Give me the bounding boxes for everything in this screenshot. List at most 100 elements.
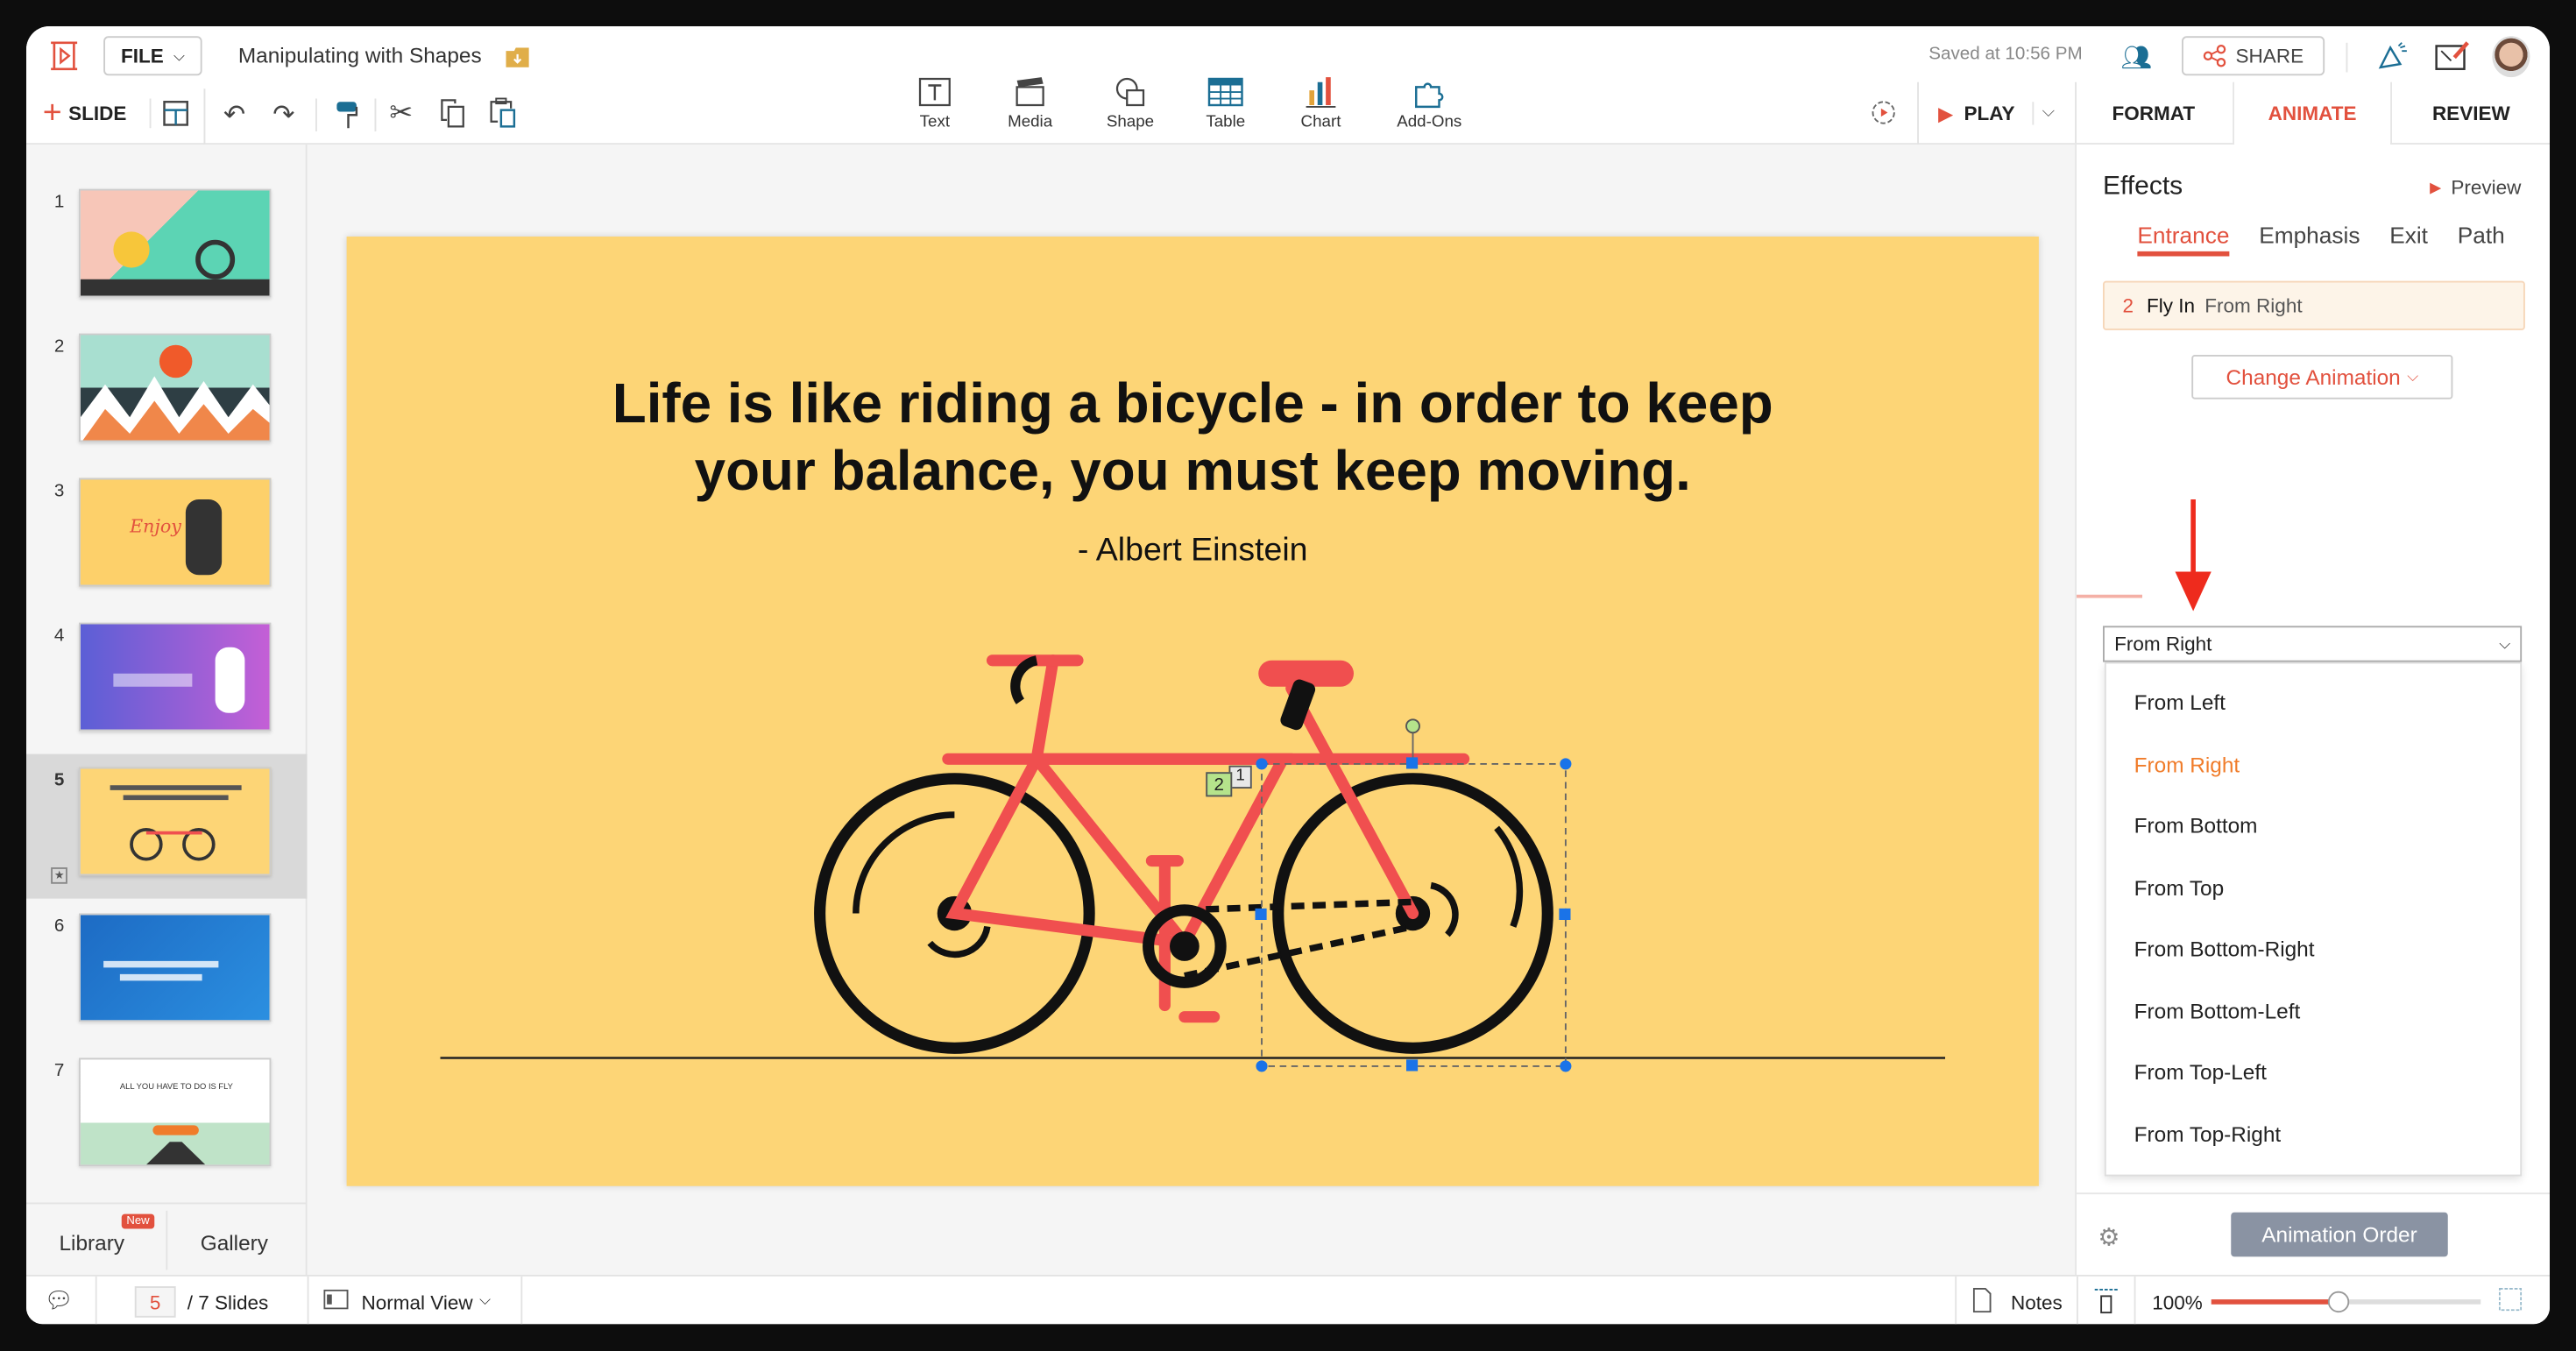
change-animation-button[interactable]: Change Animation ⌵: [2191, 355, 2453, 400]
preview-button[interactable]: ▶ Preview: [2430, 176, 2521, 199]
insert-media-button[interactable]: Media: [973, 75, 1087, 131]
fullscreen-icon[interactable]: [2498, 1288, 2523, 1316]
cut-icon[interactable]: ✂: [389, 97, 413, 131]
slide-thumbnail-3[interactable]: 3 Enjoy: [26, 465, 308, 610]
clapperboard-icon: [1016, 77, 1044, 107]
slide-settings-icon[interactable]: [1870, 99, 1898, 135]
tab-path[interactable]: Path: [2458, 222, 2505, 256]
tab-emphasis[interactable]: Emphasis: [2259, 222, 2360, 256]
tool-label: Table: [1206, 113, 1246, 131]
view-selector[interactable]: Normal View ⌵: [362, 1291, 491, 1314]
share-icon: [2203, 44, 2226, 67]
redo-icon[interactable]: ↷: [272, 99, 294, 132]
option-from-right[interactable]: From Right: [2106, 733, 2521, 795]
tool-label: Chart: [1300, 113, 1341, 131]
play-options-chevron-icon[interactable]: ⌵: [2042, 103, 2055, 122]
chat-icon[interactable]: 💬︎: [45, 1286, 74, 1314]
share-label: SHARE: [2235, 44, 2304, 67]
zoom-level: 100%: [2152, 1291, 2203, 1314]
slide-number: 5: [53, 770, 65, 790]
slide-thumbnail-6[interactable]: 6: [26, 901, 308, 1045]
bicycle-illustration[interactable]: [347, 237, 2039, 1186]
tab-entrance[interactable]: Entrance: [2137, 222, 2230, 257]
slide-thumbnail-7[interactable]: 7 ALL YOU HAVE TO DO IS FLY: [26, 1045, 308, 1190]
collaborators-icon[interactable]: 👥︎: [2121, 43, 2153, 73]
insert-toolbar: Text Media Shape Table Chart Add-Ons: [897, 75, 1496, 131]
option-from-bottom-left[interactable]: From Bottom-Left: [2106, 980, 2521, 1041]
folder-download-icon[interactable]: [506, 46, 529, 76]
library-button[interactable]: Library: [60, 1230, 125, 1255]
slide-preview: [79, 767, 272, 876]
thumb-text: Enjoy: [130, 515, 181, 538]
bike-frame: [942, 654, 1470, 1023]
thumb-text: ALL YOU HAVE TO DO IS FLY: [119, 1082, 233, 1093]
text-box-icon: [918, 77, 951, 107]
insert-shape-button[interactable]: Shape: [1087, 75, 1173, 131]
app-window: FILE ⌵ Manipulating with Shapes + SLIDE ↶…: [26, 26, 2550, 1325]
share-button[interactable]: SHARE: [2182, 36, 2325, 76]
paste-icon[interactable]: [490, 97, 516, 137]
option-from-bottom-right[interactable]: From Bottom-Right: [2106, 918, 2521, 980]
file-menu-button[interactable]: FILE ⌵: [103, 36, 202, 76]
insert-table-button[interactable]: Table: [1173, 75, 1278, 131]
insert-chart-button[interactable]: Chart: [1278, 75, 1364, 131]
user-avatar[interactable]: [2492, 36, 2530, 78]
play-icon: ▶: [1938, 104, 1953, 124]
announcement-icon[interactable]: [2375, 41, 2409, 82]
play-label: PLAY: [1964, 102, 2015, 125]
format-painter-icon[interactable]: [336, 100, 358, 138]
change-animation-label: Change Animation: [2226, 364, 2401, 390]
slide-thumbnail-5[interactable]: 5 ★: [26, 753, 308, 899]
slide-preview: [79, 622, 272, 732]
panel-tabs: FORMAT ANIMATE REVIEW: [2075, 81, 2550, 145]
slide-5[interactable]: Life is like riding a bicycle - in order…: [346, 237, 2039, 1186]
insert-addons-button[interactable]: Add-Ons: [1363, 75, 1495, 131]
saved-status: Saved at 10:56 PM: [1928, 44, 2083, 65]
handlebar: [1010, 655, 1038, 704]
tab-animate[interactable]: ANIMATE: [2233, 81, 2391, 145]
play-button[interactable]: ▶ PLAY: [1939, 102, 2015, 124]
slide-thumbnail-4[interactable]: 4: [26, 610, 308, 754]
file-label: FILE: [120, 44, 164, 67]
play-icon: ▶: [2430, 178, 2442, 195]
normal-view-icon: [323, 1289, 349, 1314]
animation-direction: From Right: [2204, 294, 2303, 317]
tab-review[interactable]: REVIEW: [2390, 81, 2550, 145]
tool-label: Shape: [1106, 113, 1155, 131]
animation-settings-gear-icon[interactable]: ⚙: [2098, 1222, 2120, 1252]
tab-exit[interactable]: Exit: [2389, 222, 2428, 256]
applied-animation-item[interactable]: 2 Fly In From Right: [2103, 280, 2525, 330]
chevron-down-icon: ⌵: [479, 1291, 491, 1308]
animation-tag-2[interactable]: 2: [1206, 772, 1233, 797]
option-from-left[interactable]: From Left: [2106, 672, 2521, 733]
insert-text-button[interactable]: Text: [897, 75, 973, 131]
copy-icon[interactable]: [441, 99, 467, 137]
direction-dropdown-list: From Left From Right From Bottom From To…: [2104, 661, 2523, 1177]
chevron-down-icon: ⌵: [173, 46, 185, 64]
current-slide-input[interactable]: 5: [134, 1286, 176, 1318]
option-from-bottom[interactable]: From Bottom: [2106, 796, 2521, 857]
shape-icon: [1115, 77, 1145, 107]
notes-button[interactable]: Notes: [2011, 1291, 2063, 1314]
gallery-button[interactable]: Gallery: [201, 1230, 268, 1255]
slide-thumbnail-2[interactable]: 2: [26, 321, 308, 465]
direction-select[interactable]: From Right ⌵: [2103, 626, 2523, 662]
document-title[interactable]: Manipulating with Shapes: [238, 43, 482, 67]
feedback-icon[interactable]: [2435, 41, 2471, 79]
animation-order-button[interactable]: Animation Order: [2231, 1212, 2448, 1257]
app-logo-icon[interactable]: [49, 41, 79, 71]
add-slide-button[interactable]: + SLIDE: [43, 97, 127, 131]
animation-tag-1[interactable]: 1: [1228, 765, 1252, 789]
zoom-slider[interactable]: [2211, 1291, 2481, 1313]
undo-icon[interactable]: ↶: [223, 99, 245, 132]
slide-thumbnail-1[interactable]: 1: [26, 176, 308, 321]
layout-icon[interactable]: [163, 100, 189, 134]
tab-format[interactable]: FORMAT: [2075, 81, 2234, 145]
fit-slide-icon[interactable]: [2094, 1288, 2118, 1319]
option-from-top-right[interactable]: From Top-Right: [2106, 1103, 2521, 1164]
option-from-top[interactable]: From Top: [2106, 857, 2521, 918]
divider: [2077, 594, 2142, 598]
option-from-top-left[interactable]: From Top-Left: [2106, 1042, 2521, 1103]
slides-panel: 1 2 3 Enjoy 4 5 ★ 6 7 ALL YOU HAVE TO DO…: [26, 145, 308, 1275]
zoom-slider-thumb[interactable]: [2328, 1291, 2350, 1313]
